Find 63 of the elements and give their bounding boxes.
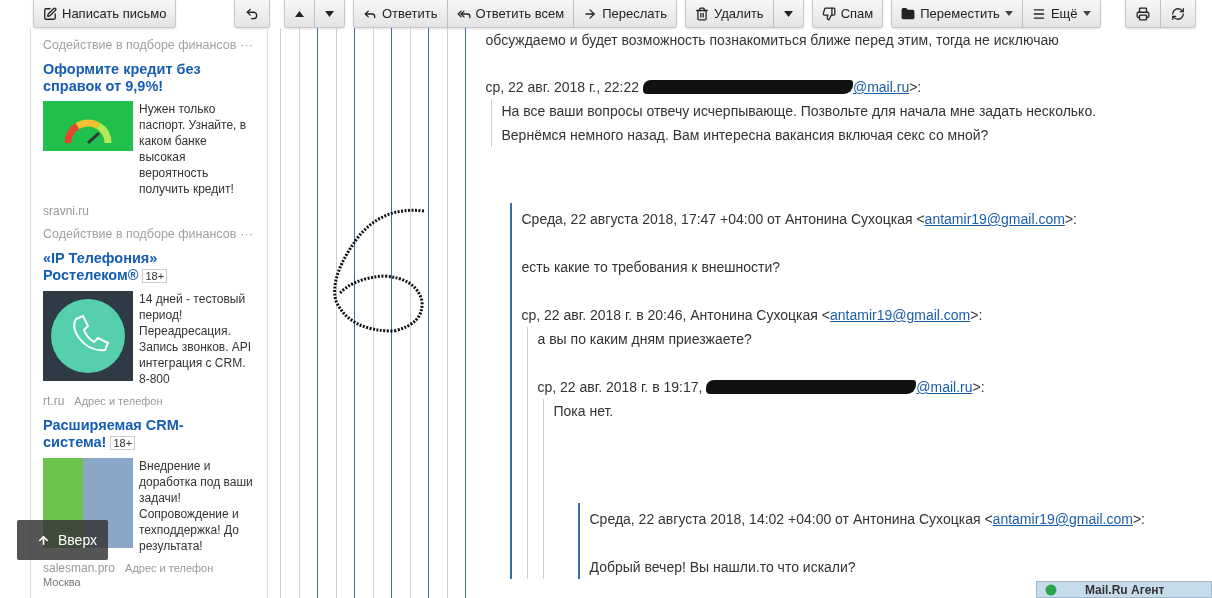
- message-text: а вы по каким дням приезжаете?: [537, 330, 753, 349]
- more-marker: ···: [240, 227, 253, 241]
- ad-domain: rt.ru: [43, 394, 65, 408]
- up-triangle-icon: [295, 10, 304, 17]
- quote-header: ср, 22 авг. 2018 г., 22:22 @mail.ru>:: [485, 78, 923, 97]
- ad-title-link[interactable]: Оформите кредит без справок от 9,9%!: [43, 61, 255, 95]
- email-link[interactable]: antamir19@gmail.com: [924, 211, 1065, 227]
- down-triangle-icon: [325, 10, 334, 17]
- undo-icon: [245, 6, 259, 21]
- down-triangle-icon: [783, 10, 793, 17]
- email-link[interactable]: @mail.ru: [916, 379, 973, 395]
- ad-city: Москва: [43, 576, 82, 588]
- print-icon: [1136, 6, 1150, 21]
- more-marker: ···: [240, 38, 253, 52]
- ad-category: Содействие в подборе финансов: [43, 227, 237, 241]
- menu-icon: [1031, 6, 1046, 21]
- move-button[interactable]: Переместить: [891, 0, 1023, 28]
- quote-header: Среда, 22 августа 2018, 14:02 +04:00 от Антонина Сухоцкая <antamir19@gmail.com>:: [589, 510, 1146, 529]
- quote-header: ср, 22 авг. 2018 г. в 19:17, @mail.ru>:: [537, 378, 986, 397]
- ad-domain: salesman.pro: [43, 561, 116, 575]
- email-link[interactable]: antamir19@gmail.com: [992, 511, 1133, 527]
- up-button[interactable]: [284, 0, 315, 28]
- ad-text: Внедрение и доработка под ваши задачи! Сопровождение и техподдержка! До результата!: [139, 458, 254, 554]
- print-button[interactable]: [1125, 0, 1161, 28]
- more-button[interactable]: Ещё: [1022, 0, 1101, 28]
- down-button[interactable]: [315, 0, 345, 28]
- undo-button[interactable]: [234, 0, 270, 28]
- quote-header: ср, 22 авг. 2018 г. в 20:46, Антонина Сухоцкая <antamir19@gmail.com>:: [521, 306, 984, 325]
- ad-text: Нужен только паспорт. Узнайте, в каком банке высокая вероятность получить кредит!: [139, 101, 248, 197]
- up-arrow-icon: [37, 533, 50, 547]
- forward-arrow-icon: [583, 6, 598, 21]
- reply-button[interactable]: Ответить: [353, 0, 448, 28]
- thumbs-down-icon: [821, 6, 836, 21]
- message-text: Пока нет.: [553, 402, 615, 421]
- age-badge: 18+: [110, 436, 136, 450]
- message-text: Добрый вечер! Вы нашли.то что искали?: [589, 558, 857, 577]
- message-text: обсуждаемо и будет возможность познакомиться ближе перед этим, тогда не исключаю: [485, 31, 1060, 50]
- delete-button[interactable]: Удалить: [685, 0, 774, 28]
- email-link[interactable]: antamir19@gmail.com: [830, 307, 971, 323]
- agent-bar[interactable]: Mail.Ru Агент: [1036, 581, 1212, 598]
- ad-title-link[interactable]: «IP Телефония» Ростелеком® 18+: [43, 250, 255, 285]
- caret-button[interactable]: [773, 0, 804, 28]
- refresh-icon: [1171, 6, 1185, 21]
- ad-title-link[interactable]: Расширяемая CRM-система! 18+: [43, 417, 255, 452]
- folder-icon: [901, 6, 916, 21]
- spam-button[interactable]: Спам: [811, 0, 884, 28]
- reply-all-button[interactable]: Ответить всем: [447, 0, 575, 28]
- age-badge: 18+: [142, 269, 168, 283]
- message-text: есть какие то требования к внешности?: [521, 258, 782, 277]
- scroll-to-top-button[interactable]: Вверх: [17, 520, 108, 560]
- ad-text: 14 дней - тестовый период! Переадресация. Запись звонков. API интеграция с CRM. 8-800: [139, 291, 253, 387]
- forward-button[interactable]: Переслать: [574, 0, 677, 28]
- compose-icon: [43, 6, 57, 21]
- refresh-button[interactable]: [1161, 0, 1196, 28]
- compose-button[interactable]: Написать письмо: [33, 0, 177, 28]
- quote-header: Среда, 22 августа 2018, 17:47 +04:00 от Антонина Сухоцкая <antamir19@gmail.com>:: [521, 210, 1078, 229]
- email-link[interactable]: @mail.ru: [852, 79, 910, 95]
- message-text: Вернёмся немного назад. Вам интересна вакансия включая секс со мной?: [501, 126, 990, 145]
- message-text: На все ваши вопросы отвечу исчерпывающе. Позвольте для начала мне задать несколько.: [501, 102, 1098, 121]
- trash-icon: [695, 6, 709, 21]
- agent-label: Mail.Ru Агент: [1085, 582, 1165, 597]
- ad-category: Содействие в подборе финансов: [43, 38, 237, 52]
- ad-domain: sravni.ru: [43, 204, 89, 218]
